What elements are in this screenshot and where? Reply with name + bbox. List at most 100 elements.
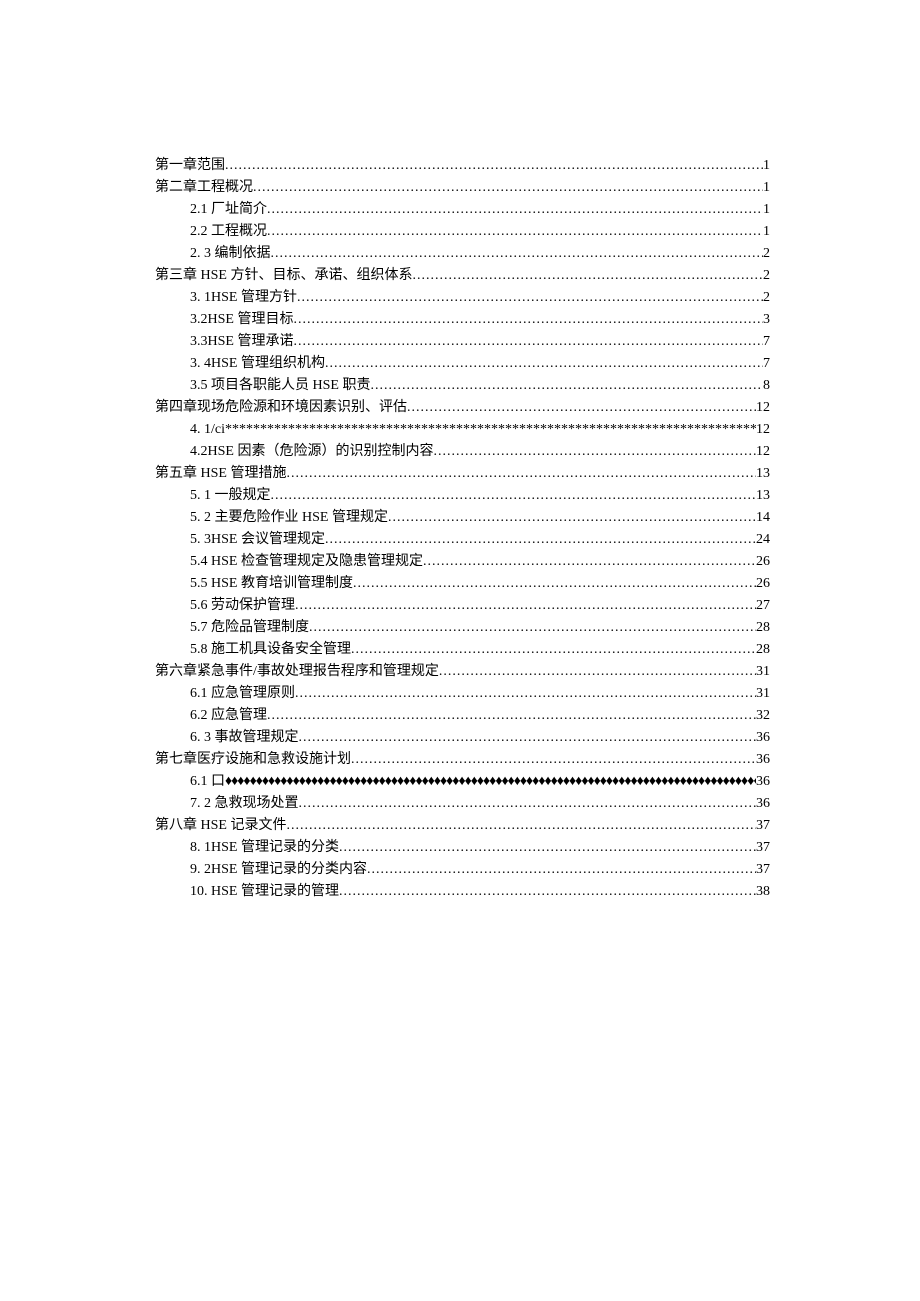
- toc-entry-page: 8: [763, 375, 770, 397]
- toc-entry-page: 37: [756, 859, 770, 881]
- toc-entry-label: 第四章现场危险源和环境因素识别、评估: [155, 397, 407, 419]
- toc-entry-page: 31: [756, 683, 770, 705]
- toc-entry-label: 第二章工程概况: [155, 177, 253, 199]
- toc-entry-page: 7: [763, 331, 770, 353]
- toc-entry-label: 2.2 工程概况: [190, 221, 267, 243]
- toc-dot-leader: [339, 881, 756, 903]
- toc-entry-page: 28: [756, 639, 770, 661]
- toc-entry: 5. 1 一般规定 13: [155, 485, 770, 507]
- toc-entry-label: 4. 1/ci: [190, 419, 225, 441]
- toc-dot-leader: [225, 771, 756, 793]
- toc-dot-leader: [267, 221, 763, 243]
- toc-entry-label: 5.7 危险品管理制度: [190, 617, 309, 639]
- toc-entry-page: 26: [756, 573, 770, 595]
- toc-entry-label: 第七章医疗设施和急救设施计划: [155, 749, 351, 771]
- toc-entry-page: 1: [763, 221, 770, 243]
- toc-entry-page: 2: [763, 265, 770, 287]
- toc-dot-leader: [271, 243, 764, 265]
- toc-entry: 4.2HSE 因素（危险源）的识别控制内容12: [155, 441, 770, 463]
- toc-entry: 第四章现场危险源和环境因素识别、评估12: [155, 397, 770, 419]
- toc-entry-page: 13: [756, 463, 770, 485]
- toc-entry-page: 31: [756, 661, 770, 683]
- toc-entry-label: 6.1 应急管理原则: [190, 683, 295, 705]
- toc-entry: 10. HSE 管理记录的管理38: [155, 881, 770, 903]
- toc-entry-label: 5.5 HSE 教育培训管理制度: [190, 573, 353, 595]
- toc-entry-label: 第一章范围: [155, 155, 225, 177]
- toc-dot-leader: [271, 485, 757, 507]
- toc-dot-leader: [293, 309, 763, 331]
- toc-entry-label: 第八章 HSE 记录文件: [155, 815, 286, 837]
- toc-entry-page: 2: [763, 243, 770, 265]
- toc-dot-leader: [407, 397, 756, 419]
- toc-entry-page: 1: [763, 199, 770, 221]
- toc-dot-leader: [325, 529, 756, 551]
- toc-entry-page: 26: [756, 551, 770, 573]
- toc-entry-page: 36: [756, 727, 770, 749]
- toc-entry: 第五章 HSE 管理措施13: [155, 463, 770, 485]
- toc-entry: 3. 4HSE 管理组织机构7: [155, 353, 770, 375]
- toc-entry: 第八章 HSE 记录文件37: [155, 815, 770, 837]
- toc-entry-label: 5. 3HSE 会议管理规定: [190, 529, 325, 551]
- toc-dot-leader: [295, 683, 756, 705]
- toc-entry-page: 37: [756, 837, 770, 859]
- toc-dot-leader: [433, 441, 756, 463]
- toc-entry: 第六章紧急事件/事故处理报告程序和管理规定 31: [155, 661, 770, 683]
- toc-entry: 9. 2HSE 管理记录的分类内容 37: [155, 859, 770, 881]
- toc-dot-leader: [267, 199, 763, 221]
- toc-entry-page: 13: [756, 485, 770, 507]
- toc-dot-leader: [370, 375, 763, 397]
- toc-dot-leader: [286, 815, 756, 837]
- toc-entry-page: 36: [756, 749, 770, 771]
- toc-entry-page: 28: [756, 617, 770, 639]
- toc-entry-label: 2. 3 编制依据: [190, 243, 271, 265]
- toc-entry: 5.8 施工机具设备安全管理 28: [155, 639, 770, 661]
- toc-entry: 5.5 HSE 教育培训管理制度 26: [155, 573, 770, 595]
- toc-entry: 5. 3HSE 会议管理规定 24: [155, 529, 770, 551]
- toc-entry-label: 5. 1 一般规定: [190, 485, 271, 507]
- toc-entry: 5.4 HSE 检查管理规定及隐患管理规定26: [155, 551, 770, 573]
- toc-entry-label: 2.1 厂址简介: [190, 199, 267, 221]
- toc-entry-label: 5.6 劳动保护管理: [190, 595, 295, 617]
- toc-dot-leader: [267, 705, 756, 727]
- toc-entry-page: 12: [756, 441, 770, 463]
- toc-entry-label: 6. 3 事故管理规定: [190, 727, 299, 749]
- toc-entry-label: 6.2 应急管理: [190, 705, 267, 727]
- toc-entry: 3.5 项目各职能人员 HSE 职责 8: [155, 375, 770, 397]
- toc-entry: 3.3HSE 管理承诺 7: [155, 331, 770, 353]
- toc-entry: 第一章范围 1: [155, 155, 770, 177]
- toc-entry-label: 5.8 施工机具设备安全管理: [190, 639, 351, 661]
- toc-dot-leader: [299, 727, 757, 749]
- toc-entry: 5.6 劳动保护管理27: [155, 595, 770, 617]
- toc-entry-label: 8. 1HSE 管理记录的分类: [190, 837, 339, 859]
- toc-entry-label: 3.5 项目各职能人员 HSE 职责: [190, 375, 370, 397]
- toc-entry-page: 36: [756, 771, 770, 793]
- toc-entry-page: 24: [756, 529, 770, 551]
- toc-entry: 4. 1/ci 12: [155, 419, 770, 441]
- toc-entry: 5.7 危险品管理制度 28: [155, 617, 770, 639]
- toc-entry: 8. 1HSE 管理记录的分类 37: [155, 837, 770, 859]
- toc-dot-leader: [293, 331, 763, 353]
- toc-dot-leader: [309, 617, 756, 639]
- toc-dot-leader: [339, 837, 756, 859]
- toc-dot-leader: [367, 859, 756, 881]
- toc-dot-leader: [225, 155, 763, 177]
- toc-entry-label: 3.3HSE 管理承诺: [190, 331, 293, 353]
- toc-entry-label: 10. HSE 管理记录的管理: [190, 881, 339, 903]
- toc-entry: 6.1 口36: [155, 771, 770, 793]
- toc-entry-page: 2: [763, 287, 770, 309]
- toc-entry-label: 第六章紧急事件/事故处理报告程序和管理规定: [155, 661, 439, 683]
- toc-entry: 5. 2 主要危险作业 HSE 管理规定14: [155, 507, 770, 529]
- toc-dot-leader: [225, 419, 756, 441]
- toc-dot-leader: [423, 551, 756, 573]
- toc-entry: 6.1 应急管理原则 31: [155, 683, 770, 705]
- toc-entry-page: 12: [756, 419, 770, 441]
- toc-entry-page: 1: [763, 155, 770, 177]
- toc-entry-label: 5. 2 主要危险作业 HSE 管理规定: [190, 507, 388, 529]
- toc-entry: 6.2 应急管理32: [155, 705, 770, 727]
- toc-entry-page: 1: [763, 177, 770, 199]
- toc-entry: 7. 2 急救现场处置36: [155, 793, 770, 815]
- toc-entry-label: 9. 2HSE 管理记录的分类内容: [190, 859, 367, 881]
- toc-entry: 第七章医疗设施和急救设施计划 36: [155, 749, 770, 771]
- toc-entry-label: 第三章 HSE 方针、目标、承诺、组织体系: [155, 265, 412, 287]
- toc-dot-leader: [286, 463, 756, 485]
